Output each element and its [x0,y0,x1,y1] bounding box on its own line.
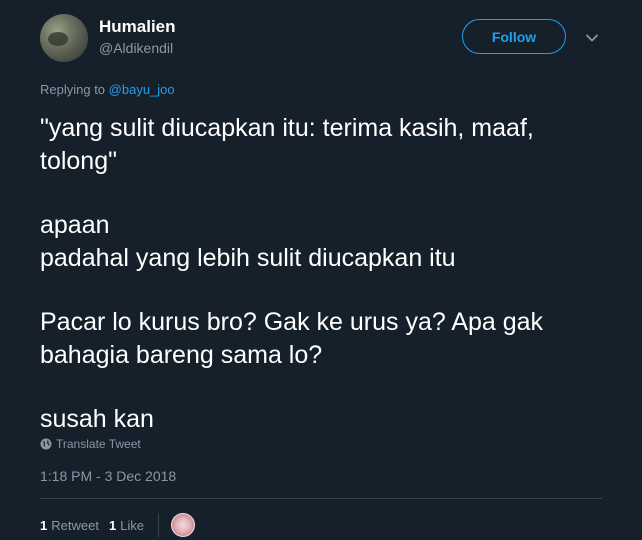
follow-button[interactable]: Follow [462,19,566,54]
tweet-timestamp[interactable]: 1:18 PM - 3 Dec 2018 [40,468,176,484]
replying-to-label: Replying to [40,82,106,97]
tweet-stats: 1 Retweet 1 Like [40,513,196,537]
globe-icon [40,438,52,450]
likes-count: 1 [108,517,117,533]
retweets-stat[interactable]: 1 Retweet [40,518,99,533]
likes-stat[interactable]: 1 Like [109,518,144,533]
translate-tweet-link[interactable]: Translate Tweet [40,437,141,451]
tweet-line: Pacar lo kurus bro? Gak ke urus ya? Apa … [40,308,544,369]
translate-label: Translate Tweet [56,437,141,451]
tweet-text: "yang sulit diucapkan itu: terima kasih,… [40,112,600,436]
retweets-count: 1 [40,517,48,533]
liker-avatar[interactable] [171,513,196,537]
user-avatar[interactable] [40,14,88,62]
tweet-card: Humalien @Aldikendil Follow Replying to … [0,0,642,540]
display-name[interactable]: Humalien [99,17,176,37]
divider [40,498,602,499]
tweet-line: susah kan [40,405,154,433]
likes-label: Like [120,517,145,533]
stats-divider [158,513,160,537]
reply-mention-link[interactable]: @bayu_joo [109,82,175,97]
tweet-line: apaan [40,211,110,239]
retweets-label: Retweet [51,517,99,533]
chevron-down-icon[interactable] [582,28,602,48]
tweet-line: "yang sulit diucapkan itu: terima kasih,… [40,114,534,175]
replying-to: Replying to @bayu_joo [40,82,175,97]
tweet-line: padahal yang lebih sulit diucapkan itu [40,244,456,272]
user-handle[interactable]: @Aldikendil [99,40,173,56]
